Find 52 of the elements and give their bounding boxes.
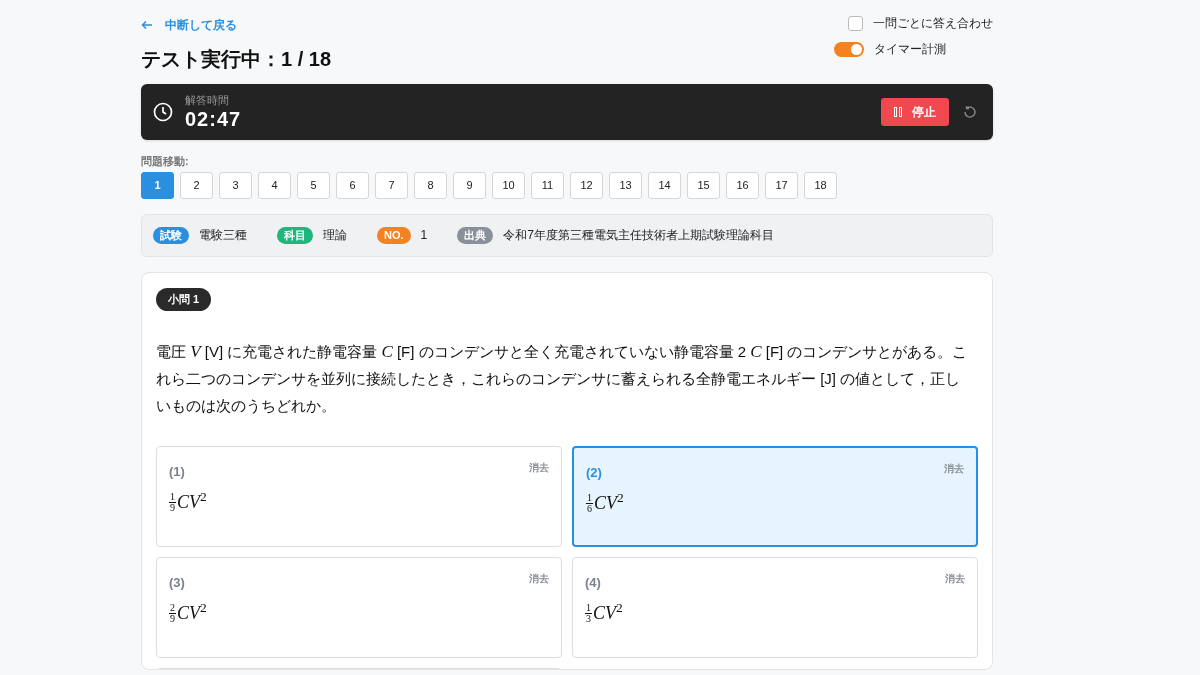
question-text: 電圧 V [V] に充電された静電容量 C [F] のコンデンサと全く充電されていない静電容量 2 C [F] のコンデンサとがある。これら二つのコンデンサを並列に接続したとき，これらのコンデンサに蓄えられる全静電エネルギー [J] の値として，正しいものは次のうちどれか。 — [156, 340, 969, 416]
timer-label: 解答時間 — [185, 95, 230, 106]
math-expression: CV$^{2}$ — [594, 490, 624, 515]
option-label: (3) — [169, 573, 185, 592]
pause-icon — [894, 107, 902, 117]
clock-icon — [153, 102, 173, 122]
question-number-button[interactable]: 18 — [804, 171, 837, 199]
timer-value: 02:47 — [185, 109, 242, 129]
page-title: テスト実行中：1 / 18 — [141, 47, 332, 72]
math-expression: CV$^{2}$ — [593, 600, 623, 625]
question-number-button[interactable]: 16 — [726, 171, 759, 199]
info-value: 理論 — [323, 227, 347, 244]
question-number-button[interactable]: 6 — [336, 171, 369, 199]
reset-icon[interactable] — [963, 105, 977, 119]
setting-label: 一問ごとに答え合わせ — [873, 15, 993, 32]
fraction: 2 9 — [169, 603, 176, 624]
stop-button[interactable]: 停止 — [881, 98, 949, 126]
setting-label: タイマー計測 — [874, 41, 946, 58]
option-label: (4) — [585, 573, 601, 592]
option-label: (1) — [169, 462, 185, 481]
info-value: 令和7年度第三種電気主任技術者上期試験理論科目 — [503, 227, 774, 244]
question-number-button[interactable]: 8 — [414, 171, 447, 199]
navigation-label: 問題移動: — [141, 154, 190, 169]
question-number-button[interactable]: 9 — [453, 171, 486, 199]
question-number-button[interactable]: 17 — [765, 171, 798, 199]
option-label: (2) — [586, 463, 602, 482]
tag: 出典 — [457, 226, 494, 244]
math-expression: CV$^{2}$ — [177, 489, 207, 514]
question-number-button[interactable]: 3 — [219, 171, 252, 199]
toggle-switch[interactable] — [834, 41, 864, 57]
fraction: 1 6 — [586, 493, 593, 514]
question-number-button[interactable]: 10 — [492, 171, 525, 199]
question-number-button[interactable]: 5 — [297, 171, 330, 199]
question-number-button[interactable]: 2 — [180, 171, 213, 199]
checkbox[interactable] — [848, 15, 863, 31]
math-expression: CV$^{2}$ — [177, 600, 207, 625]
question-number-button[interactable]: 13 — [609, 171, 642, 199]
question-number-button[interactable]: 14 — [648, 171, 681, 199]
tag: NO. — [377, 226, 411, 244]
question-number-button[interactable]: 4 — [258, 171, 291, 199]
arrow-left-icon — [141, 20, 153, 30]
tag: 科目 — [277, 226, 313, 244]
tag: 試験 — [153, 226, 189, 244]
fraction: 1 3 — [585, 603, 592, 624]
info-value: 1 — [420, 227, 428, 244]
fraction: 1 9 — [169, 492, 176, 513]
subquestion-badge: 小問 1 — [156, 287, 212, 311]
question-number-button[interactable]: 15 — [687, 171, 720, 199]
question-number-button[interactable]: 7 — [375, 171, 408, 199]
info-value: 電験三種 — [199, 227, 247, 244]
question-number-button[interactable]: 12 — [570, 171, 603, 199]
question-number-button[interactable]: 11 — [531, 171, 564, 199]
